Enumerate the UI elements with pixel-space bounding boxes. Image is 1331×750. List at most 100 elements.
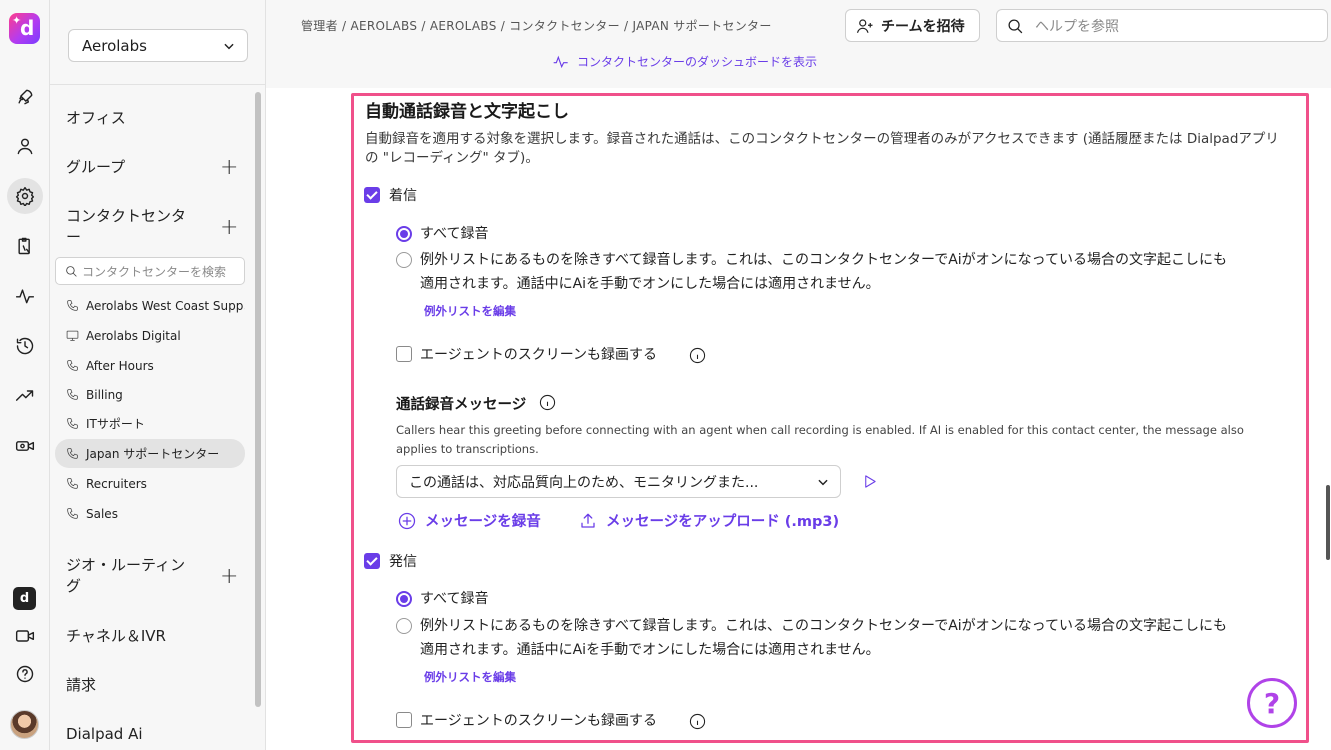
phone-icon xyxy=(67,360,78,371)
dashboard-link[interactable]: コンタクトセンターのダッシュボードを表示 xyxy=(553,53,817,70)
recording-message-description: Callers hear this greeting before connec… xyxy=(396,423,1244,456)
contact-center-label: Aerolabs Digital xyxy=(86,328,181,343)
outgoing-record-all-radio[interactable] xyxy=(396,591,412,607)
sidebar-item-channels-ivr[interactable]: チャネル＆IVR xyxy=(66,626,244,647)
phone-icon xyxy=(67,478,78,489)
clipboard-icon[interactable] xyxy=(7,228,43,264)
sidebar-item-dialpad-ai[interactable]: Dialpad Ai xyxy=(66,724,244,745)
incoming-label: 着信 xyxy=(389,188,417,204)
sidebar-item-contact-centers[interactable]: コンタクトセンター xyxy=(66,206,196,248)
contact-center-item-selected[interactable]: Japan サポートセンター xyxy=(55,439,245,468)
outgoing-record-all-label: すべて録音 xyxy=(420,591,489,607)
help-fab-button[interactable]: ? xyxy=(1247,678,1297,728)
help-circle-icon[interactable] xyxy=(7,656,43,692)
phone-icon xyxy=(67,418,78,429)
contact-center-item[interactable]: Recruiters xyxy=(55,469,245,498)
outgoing-screen-record-label: エージェントのスクリーンも録画する xyxy=(420,713,658,729)
dashboard-link-label: コンタクトセンターのダッシュボードを表示 xyxy=(577,55,818,69)
recording-message-selected: この通話は、対応品質向上のため、モニタリングまた... xyxy=(409,474,759,491)
add-geo-routing-plus-icon[interactable]: + xyxy=(220,566,238,588)
rocket-icon[interactable] xyxy=(7,79,43,115)
sidebar-item-billing[interactable]: 請求 xyxy=(66,675,244,696)
contact-center-item[interactable]: Aerolabs Digital xyxy=(55,321,245,350)
video-camera-icon[interactable] xyxy=(7,428,43,464)
contact-center-item[interactable]: ITサポート xyxy=(55,409,245,438)
incoming-except-line2: 適用されます。通話中にAiを手動でオンにした場合には適用されません。 xyxy=(420,276,880,292)
user-avatar[interactable] xyxy=(10,710,39,739)
incoming-edit-list-link[interactable]: 例外リストを編集 xyxy=(424,303,516,319)
sidebar-item-groups[interactable]: グループ xyxy=(66,157,244,178)
sidebar-divider xyxy=(50,84,266,85)
outgoing-label: 発信 xyxy=(389,554,417,570)
incoming-screen-record-checkbox[interactable] xyxy=(396,346,412,362)
contact-center-search-placeholder: コンタクトセンターを検索 xyxy=(82,264,227,279)
contact-center-label: Billing xyxy=(86,387,123,402)
info-icon[interactable] xyxy=(539,394,556,411)
trending-icon[interactable] xyxy=(7,378,43,414)
outgoing-checkbox[interactable] xyxy=(364,553,380,569)
contact-center-label: Sales xyxy=(86,506,118,521)
incoming-checkbox[interactable] xyxy=(364,187,380,203)
play-icon[interactable] xyxy=(862,474,877,489)
invite-team-button[interactable]: チームを招待 xyxy=(845,9,980,42)
phone-icon xyxy=(67,389,78,400)
contact-center-item[interactable]: Billing xyxy=(55,380,245,409)
dialpad-tile-icon[interactable]: d xyxy=(13,587,36,610)
upload-message-label: メッセージをアップロード (.mp3) xyxy=(606,514,840,530)
outgoing-edit-list-link[interactable]: 例外リストを編集 xyxy=(424,669,516,685)
outgoing-screen-record-checkbox[interactable] xyxy=(396,712,412,728)
record-message-label: メッセージを録音 xyxy=(425,514,541,530)
breadcrumb[interactable]: 管理者 / AEROLABS / AEROLABS / コンタクトセンター / … xyxy=(301,17,772,34)
contact-center-item[interactable]: After Hours xyxy=(55,351,245,380)
add-contact-center-plus-icon[interactable]: + xyxy=(220,217,238,239)
outgoing-except-line2: 適用されます。通話中にAiを手動でオンにした場合には適用されません。 xyxy=(420,642,880,658)
contact-center-label: ITサポート xyxy=(86,417,145,431)
outgoing-except-line1: 例外リストにあるものを除きすべて録音します。これは、このコンタクトセンターでAi… xyxy=(420,618,1227,634)
video-icon[interactable] xyxy=(7,618,43,654)
incoming-screen-record-label: エージェントのスクリーンも録画する xyxy=(420,347,658,363)
dialpad-logo-icon[interactable]: ✦ d xyxy=(9,13,40,44)
outgoing-record-except-radio[interactable] xyxy=(396,618,412,634)
org-selector[interactable]: Aerolabs xyxy=(68,29,248,62)
contact-center-label: Recruiters xyxy=(86,476,147,491)
add-user-icon xyxy=(856,18,873,33)
upload-icon xyxy=(581,513,595,528)
person-icon[interactable] xyxy=(7,128,43,164)
contact-center-label: Aerolabs West Coast Supp... xyxy=(86,298,245,313)
chevron-down-icon xyxy=(818,479,828,486)
org-selector-value: Aerolabs xyxy=(82,36,147,55)
activity-icon xyxy=(553,55,568,68)
contact-center-item[interactable]: Sales xyxy=(55,499,245,528)
incoming-record-except-radio[interactable] xyxy=(396,252,412,268)
section-title: 自動通話録音と文字起こし xyxy=(365,102,569,122)
contact-center-label: After Hours xyxy=(86,358,154,373)
admin-sidebar: Aerolabs オフィス グループ + コンタクトセンター + コンタクトセン… xyxy=(50,0,266,750)
incoming-record-all-radio[interactable] xyxy=(396,226,412,242)
app-rail: ✦ d d xyxy=(0,0,50,750)
plus-circle-icon xyxy=(398,512,416,529)
activity-icon[interactable] xyxy=(7,278,43,314)
info-icon[interactable] xyxy=(689,713,706,730)
recording-message-select[interactable]: この通話は、対応品質向上のため、モニタリングまた... xyxy=(396,465,841,498)
help-search-placeholder: ヘルプを参照 xyxy=(1035,18,1119,35)
search-icon xyxy=(66,266,77,277)
contact-center-label: Japan サポートセンター xyxy=(86,447,220,461)
sidebar-item-office[interactable]: オフィス xyxy=(66,108,244,129)
record-message-button[interactable]: メッセージを録音 xyxy=(398,510,541,531)
section-description: 自動録音を適用する対象を選択します。録音された通話は、このコンタクトセンターの管… xyxy=(365,131,1279,166)
phone-icon xyxy=(67,448,78,459)
help-search-input[interactable]: ヘルプを参照 xyxy=(996,9,1328,42)
search-icon xyxy=(1008,19,1023,34)
sidebar-scrollbar[interactable] xyxy=(255,92,261,707)
gear-icon[interactable] xyxy=(7,178,43,214)
info-icon[interactable] xyxy=(689,347,706,364)
chevron-down-icon xyxy=(224,43,234,50)
history-icon[interactable] xyxy=(7,328,43,364)
upload-message-button[interactable]: メッセージをアップロード (.mp3) xyxy=(579,510,839,531)
page-scrollbar[interactable] xyxy=(1326,485,1330,560)
top-header: 管理者 / AEROLABS / AEROLABS / コンタクトセンター / … xyxy=(266,0,1331,88)
contact-center-search[interactable]: コンタクトセンターを検索 xyxy=(55,257,245,285)
sidebar-item-geo-routing[interactable]: ジオ・ルーティング xyxy=(66,555,196,597)
contact-center-item[interactable]: Aerolabs West Coast Supp... xyxy=(55,291,245,320)
add-group-plus-icon[interactable]: + xyxy=(220,157,238,179)
